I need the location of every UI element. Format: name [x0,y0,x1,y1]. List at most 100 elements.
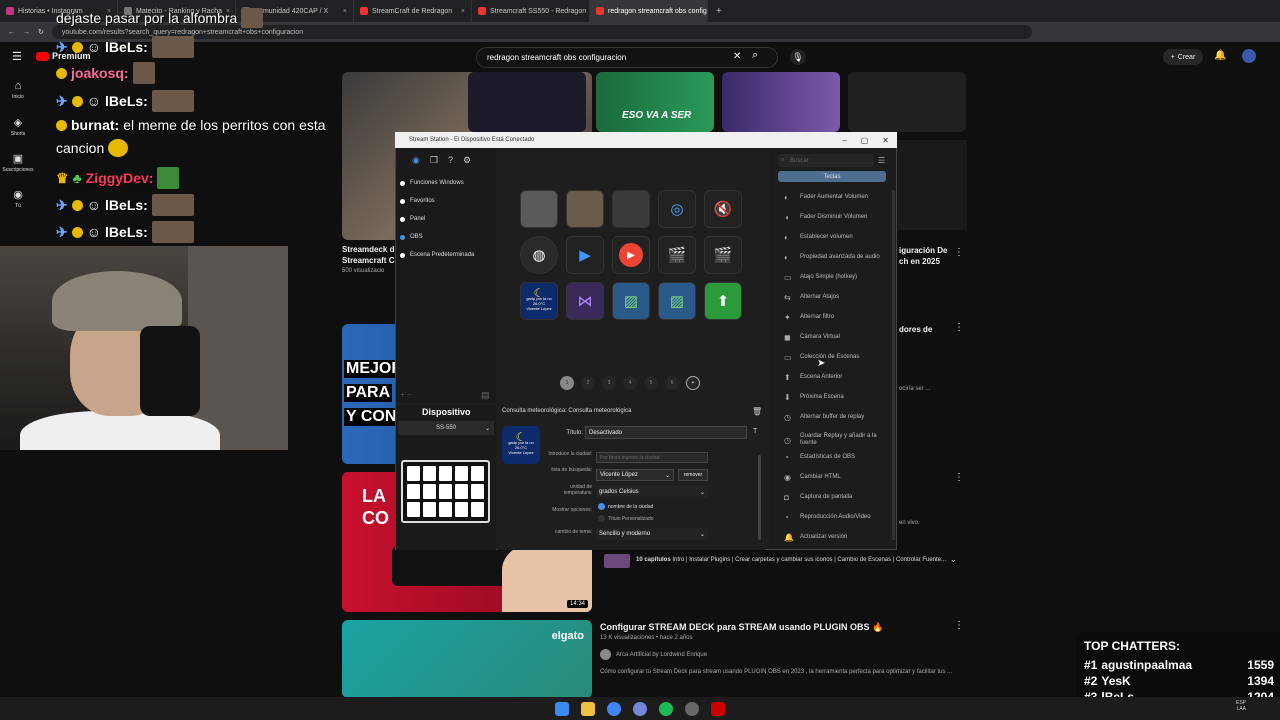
video-thumbnail[interactable] [848,72,966,132]
stream-key-icon[interactable]: ⋈ [566,282,604,320]
radio-city-name[interactable]: nombre de la ciudad [598,503,653,510]
camera-key-icon[interactable]: ▶ [566,236,604,274]
windows-start-icon[interactable] [555,701,569,716]
search-list-select[interactable]: Vicente López ⌄ [596,469,674,481]
video-title[interactable]: Configurar STREAM DECK para STREAM usand… [600,622,883,633]
action-preview-tile[interactable]: ☾ gadp por la no 26.0°C Vicente López [502,426,540,464]
nav-item-panel[interactable]: Panel [400,216,425,222]
record-key-icon[interactable]: ▶ [612,236,650,274]
text-format-icon[interactable]: T [753,428,757,435]
video-title[interactable]: iguración De ch en 2025 [899,245,947,267]
action-item[interactable]: ◘ Captura de pantalla [784,493,894,502]
video-thumbnail[interactable] [722,72,840,132]
browser-tab-active[interactable]: redragon streamcraft obs config× [590,0,708,22]
image-key-icon[interactable]: ▨ [658,282,696,320]
settings-icon[interactable]: ⚙ [463,155,471,166]
key-tile[interactable] [612,190,650,228]
nav-item-windows[interactable]: Funciones Windows [400,180,464,186]
mute-key-icon[interactable]: 🔇 [704,190,742,228]
folder-icon[interactable]: ▤ [481,390,490,401]
page-button[interactable]: 3 [602,376,616,390]
clapper-key-icon[interactable]: 🎬 [704,236,742,274]
city-input[interactable]: Por favor ingrese la ciudad [596,452,708,463]
browser-tab[interactable]: StreamCraft de Redragon × [354,0,472,22]
key-tile[interactable] [566,190,604,228]
chrome-icon[interactable] [607,701,621,716]
stream-station-icon[interactable] [711,701,725,716]
action-item[interactable]: ✦ Alternar filtro [784,313,894,322]
action-item[interactable]: ◷ Alternar buffer de replay [784,413,894,422]
radio-custom-title[interactable]: Título Personalizado [598,515,654,522]
remove-button[interactable]: remover [678,469,708,481]
action-item[interactable]: ◼ Cámara Virtual [784,333,894,342]
clapper-key-icon[interactable]: 🎬 [658,236,696,274]
scrollbar[interactable] [892,190,895,540]
video-title[interactable]: dores de [899,325,932,334]
title-field[interactable]: Desactivado [585,426,747,439]
add-icon[interactable]: + – [400,390,411,399]
notifications-icon[interactable]: 🔔 [1214,50,1226,61]
home-icon[interactable]: ◉ [412,155,420,166]
trash-icon[interactable]: 🗑 [752,407,762,416]
close-icon[interactable]: × [461,8,465,15]
channel-name[interactable]: Arca Artificial by Lordwind Enrique [616,652,707,658]
browser-tab[interactable]: Streamcraft SS550 - Redragon× [472,0,590,22]
maximize-icon[interactable]: ▢ [861,136,869,145]
close-icon[interactable]: ✕ [882,136,889,145]
create-button[interactable]: + Crear [1163,49,1203,65]
clear-search-icon[interactable]: ✕ [733,51,741,62]
minimize-icon[interactable]: – [842,136,846,145]
microphone-icon[interactable]: 🎙 [790,49,806,65]
video-title[interactable]: Streamdeck de Streamcraft Co [342,244,399,266]
nav-item-obs[interactable]: OBS [400,234,423,240]
more-options-icon[interactable]: ⋮ [954,322,964,333]
search-icon[interactable]: ⌕ [752,49,770,65]
action-item[interactable]: ◐ Fader Aumentar Volumen [784,193,894,202]
page-button[interactable]: 2 [581,376,595,390]
page-button[interactable]: 6 [665,376,679,390]
action-item[interactable]: ◐ Propiedad avanzada de audio [784,253,894,262]
unit-select[interactable]: grados Celsius ⌄ [596,486,708,498]
image-key-icon[interactable]: ▨ [612,282,650,320]
key-tile[interactable] [520,190,558,228]
nav-item-favorites[interactable]: Favoritos [400,198,435,204]
more-options-icon[interactable]: ⋮ [954,472,964,483]
action-item[interactable]: ⬇ Próxima Escena [784,393,894,402]
video-thumbnail-partial[interactable] [897,140,967,230]
action-item[interactable]: ◷ Guardar Replay y añadir a la fuente [784,433,894,447]
tab-keys[interactable]: Teclas [778,171,886,182]
action-item[interactable]: ◐ Establecer volumen [784,233,894,242]
video-thumbnail[interactable]: ESO VA A SER [596,72,714,132]
close-icon[interactable]: × [343,8,347,15]
more-options-icon[interactable]: ⋮ [954,620,964,631]
weather-key-tile[interactable]: ☾ gadp por la no 26.0°C Vicente López [520,282,558,320]
replay-key-icon[interactable]: ⬆ [704,282,742,320]
channel-avatar[interactable] [600,649,611,660]
page-button[interactable]: 4 [623,376,637,390]
chapters-row[interactable]: 10 capítulos Intro | Instalar Plugins | … [636,557,946,563]
obs-icon[interactable] [685,701,699,716]
action-item[interactable]: ⬆ Escena Anterior [784,373,894,382]
scrollbar[interactable] [758,455,761,540]
theme-select[interactable]: Sencillo y moderno ⌄ [596,528,708,540]
layers-icon[interactable]: ❒ [430,155,438,166]
action-item[interactable]: ◑ Fader Disminuir Volumen [784,213,894,222]
action-item[interactable]: ▭ Atajo Simple (hotkey) [784,273,894,282]
action-item[interactable]: ◔ Estadísticas de OBS [784,453,894,462]
nav-item-default-scene[interactable]: Escena Predeterminada [400,252,474,258]
action-item[interactable]: ◉ Cambiar HTML [784,473,894,482]
new-tab-button[interactable]: + [708,6,722,17]
action-item[interactable]: ◔ Reproducción Audio/Video [784,513,894,522]
webcam-key-icon[interactable]: ◎ [658,190,696,228]
more-options-icon[interactable]: ⋮ [954,247,964,258]
discord-icon[interactable] [633,701,647,716]
action-item[interactable]: ⇆ Alternar Atajos [784,293,894,302]
actions-search-input[interactable]: ⌕ Buscar [778,154,874,167]
obs-key-icon[interactable]: ◍ [520,236,558,274]
action-item[interactable]: ▭ Colección de Escenas [784,353,894,362]
list-view-icon[interactable]: ☰ [878,156,885,165]
page-button[interactable]: 5 [644,376,658,390]
add-page-button[interactable]: + [686,376,700,390]
video-thumbnail[interactable]: elgato [342,620,592,698]
spotify-icon[interactable] [659,701,673,716]
